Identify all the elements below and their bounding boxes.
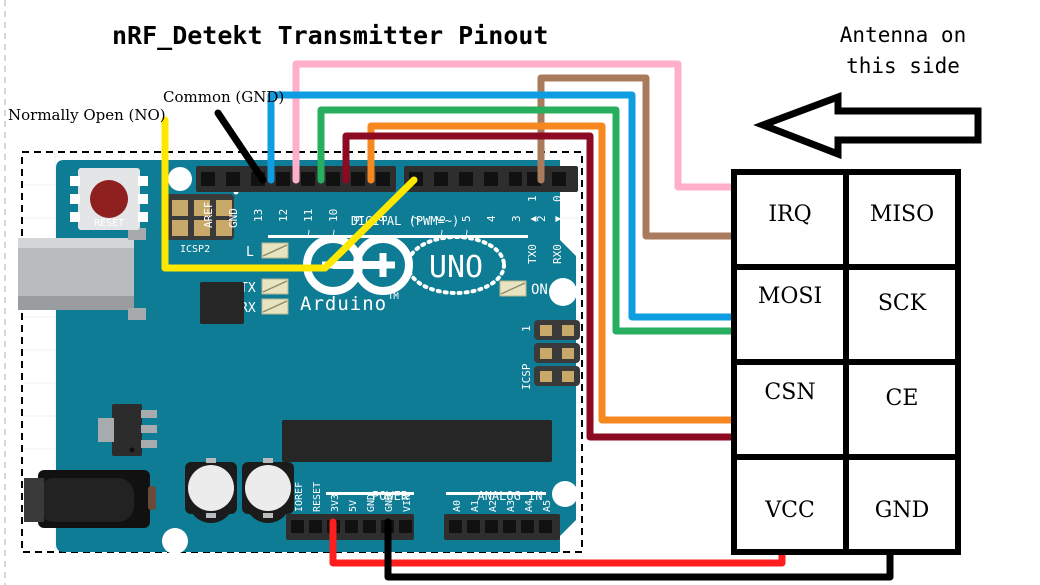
usb-interface-chip: [200, 282, 244, 324]
svg-text:TX0: TX0: [526, 244, 539, 264]
left-arrow-icon: [753, 91, 982, 160]
mounting-hole-right: [549, 278, 577, 306]
pinout-diagram: RESET ICSP2 AREF GND 13 12 11 10 9 8 ~ ~…: [0, 0, 1040, 585]
power-jack: [24, 470, 156, 528]
microcontroller-chip: [282, 420, 552, 462]
pin-cell-gnd: GND: [875, 498, 929, 523]
reset-label: RESET: [94, 218, 124, 229]
svg-text:11: 11: [302, 209, 315, 222]
svg-text:RESET: RESET: [312, 482, 323, 512]
mounting-hole-bottom-right: [552, 481, 578, 507]
diagram-canvas: RESET ICSP2 AREF GND 13 12 11 10 9 8 ~ ~…: [4, 0, 982, 585]
pin-cell-ce: CE: [886, 386, 919, 411]
svg-text:5V: 5V: [348, 500, 359, 512]
arduino-wordmark: Arduino: [300, 293, 387, 315]
svg-text:1: 1: [526, 195, 539, 202]
analog-header[interactable]: [444, 514, 560, 540]
normally-open-label: Normally Open (NO): [8, 106, 166, 124]
uno-wordmark: UNO: [429, 250, 483, 285]
page-title: nRF_Detekt Transmitter Pinout: [112, 21, 549, 50]
arduino-uno-board: RESET ICSP2 AREF GND 13 12 11 10 9 8 ~ ~…: [18, 160, 580, 554]
icsp2-label: ICSP2: [180, 244, 210, 255]
svg-text:12: 12: [277, 209, 290, 222]
led-tx: [261, 278, 289, 295]
capacitor-2: [242, 458, 294, 523]
power-section-label: POWER: [372, 489, 409, 503]
svg-text:A0: A0: [452, 500, 463, 512]
mounting-hole-bottom-left: [162, 528, 188, 554]
led-on-label: ON: [531, 282, 548, 298]
svg-text:A5: A5: [542, 500, 553, 512]
svg-text:5: 5: [460, 215, 473, 222]
usb-connector: [18, 228, 146, 320]
antenna-label-line2: this side: [846, 54, 960, 78]
pin-cell-irq: IRQ: [768, 202, 811, 227]
mounting-hole-top-left: [168, 167, 192, 191]
led-l-label: L: [246, 245, 254, 260]
capacitor-1: [185, 458, 237, 523]
svg-text:4: 4: [485, 215, 498, 222]
svg-text:~: ~: [460, 229, 473, 236]
pin-cell-sck: SCK: [878, 291, 927, 316]
serial-header-pins[interactable]: [522, 166, 578, 192]
pin-cell-mosi: MOSI: [758, 284, 822, 309]
icsp-header[interactable]: [534, 320, 580, 386]
svg-text:~: ~: [435, 229, 448, 236]
power-header[interactable]: [286, 514, 414, 540]
antenna-label-line1: Antenna on: [840, 23, 966, 47]
led-on: [499, 280, 527, 297]
svg-text:3: 3: [510, 215, 523, 222]
svg-text:~: ~: [302, 229, 315, 236]
svg-text:▼: ▼: [553, 216, 564, 222]
arduino-trademark: TM: [388, 292, 399, 302]
pin-cell-miso: MISO: [870, 202, 934, 227]
svg-text:0: 0: [551, 195, 564, 202]
svg-text:10: 10: [327, 209, 340, 222]
pin-cell-vcc: VCC: [764, 498, 815, 523]
svg-text:▲: ▲: [528, 216, 539, 222]
led-rx: [261, 298, 289, 315]
icsp-label: ICSP: [520, 363, 533, 390]
svg-text:IOREF: IOREF: [294, 482, 305, 512]
svg-text:3V3: 3V3: [330, 494, 341, 512]
led-l: [261, 242, 289, 259]
nrf-module-pinout-table: IRQ MISO MOSI SCK CSN CE VCC GND: [731, 169, 961, 555]
svg-text:13: 13: [252, 209, 265, 222]
svg-text:GND: GND: [227, 208, 240, 228]
svg-text:~: ~: [327, 229, 340, 236]
digital-silk-line: [268, 235, 528, 238]
pin-cell-csn: CSN: [764, 380, 815, 405]
svg-text:RX0: RX0: [551, 244, 564, 264]
svg-text:AREF: AREF: [202, 202, 215, 229]
common-gnd-label: Common (GND): [163, 88, 284, 106]
analog-section-label: ANALOG IN: [477, 489, 542, 503]
icsp-pin1-label: 1: [520, 325, 533, 332]
